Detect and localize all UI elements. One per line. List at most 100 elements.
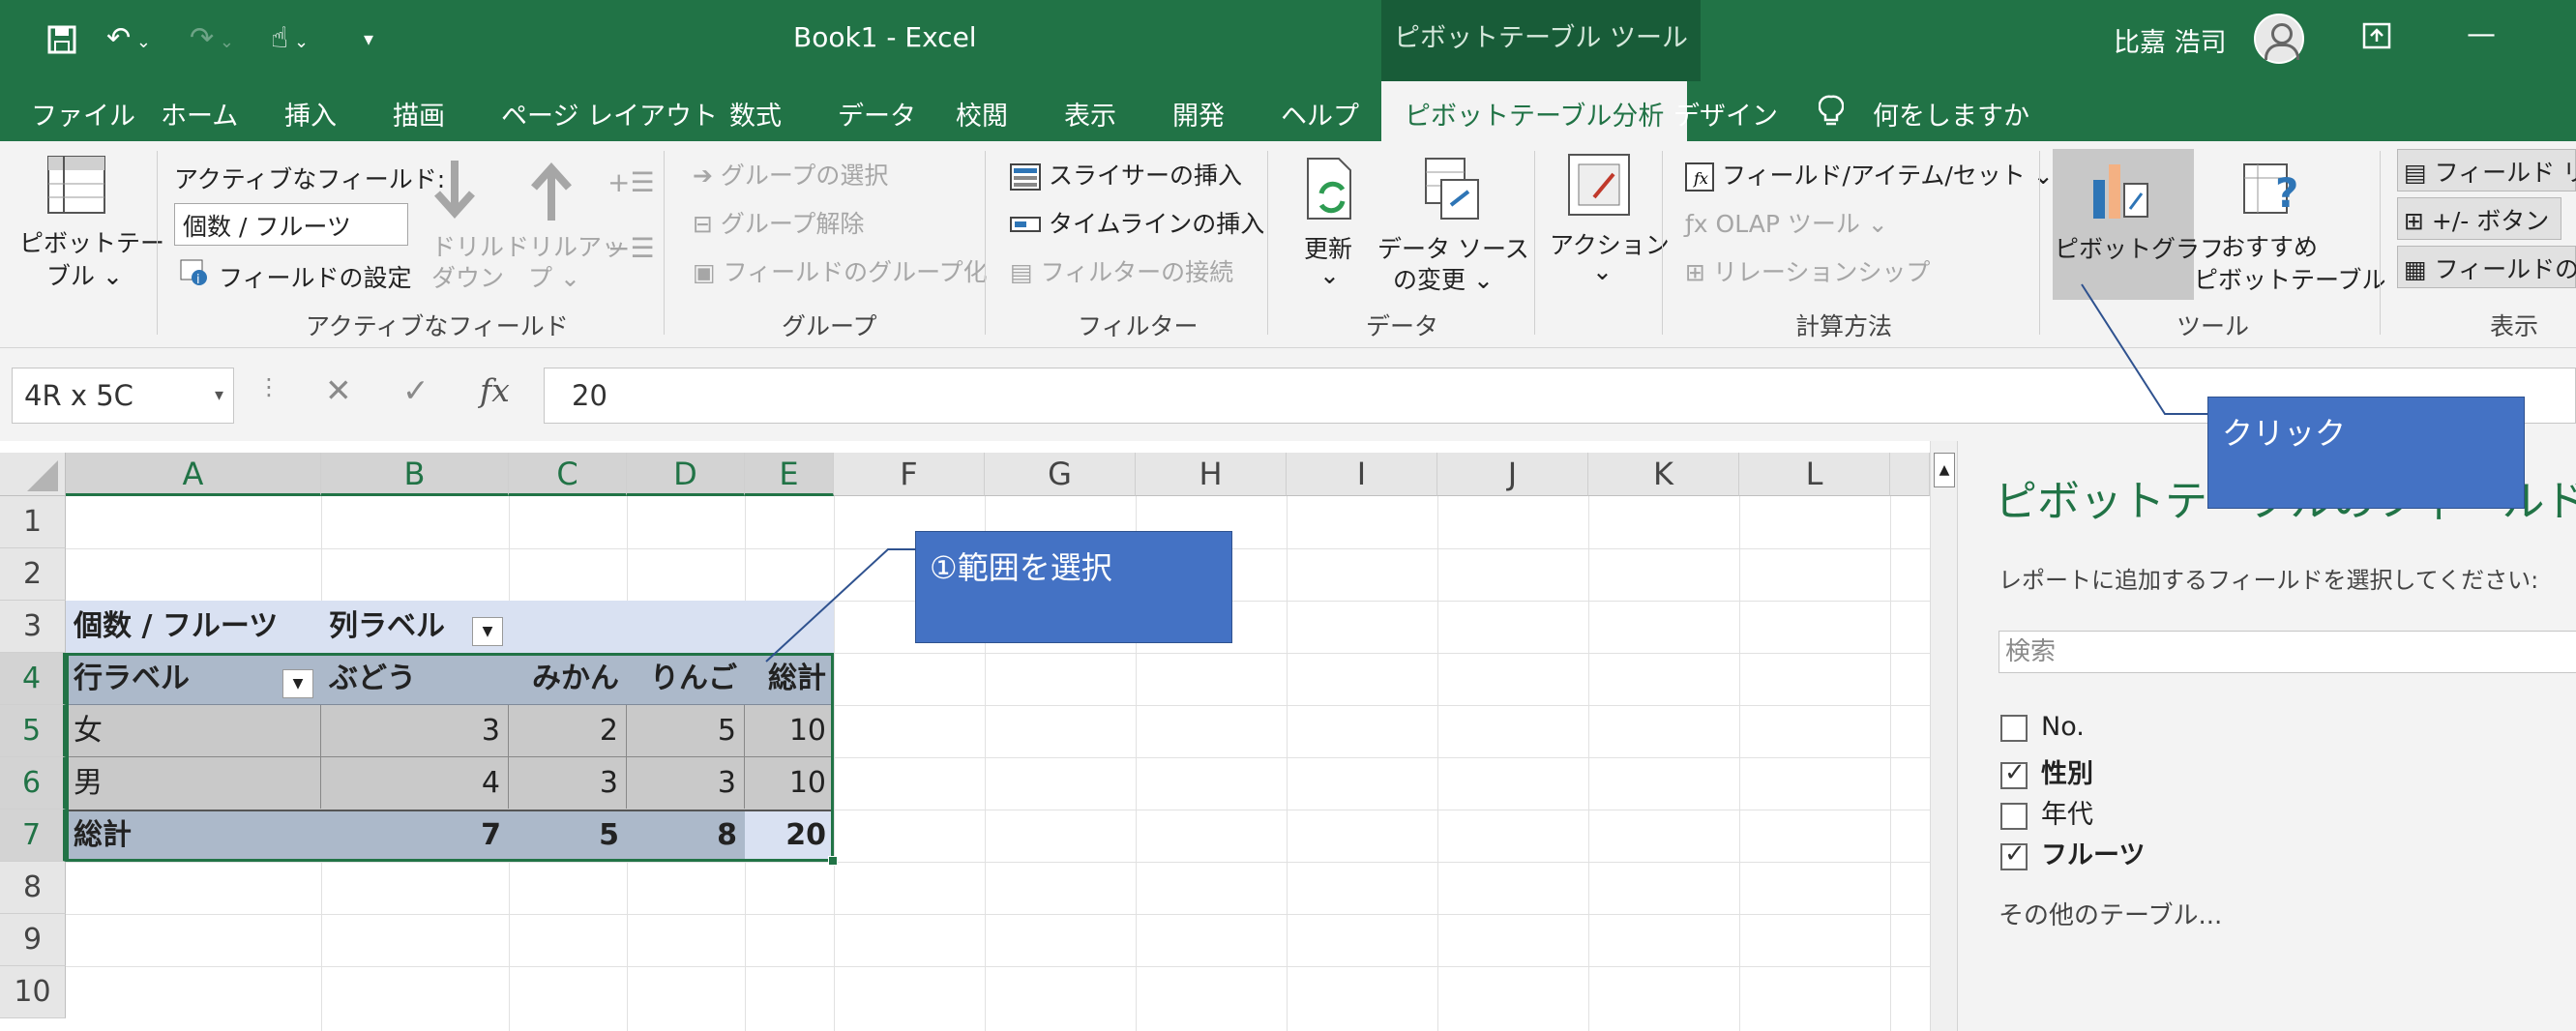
refresh-button[interactable]: 更新 [1304, 230, 1352, 265]
pivottable-button[interactable]: ピボットテー [19, 224, 164, 259]
change-data-source-dropdown[interactable]: の変更 ⌄ [1393, 261, 1494, 296]
checkbox-icon[interactable] [2000, 714, 2028, 742]
field-settings-button[interactable]: フィールドの設定 [219, 259, 412, 294]
name-box[interactable]: 4R x 5C ▾ [12, 368, 234, 424]
tab-file[interactable]: ファイル [31, 95, 135, 133]
tab-formulas[interactable]: 数式 [729, 95, 782, 133]
ribbon-display-icon[interactable] [2362, 17, 2391, 51]
touch-mode-icon[interactable]: ☝ ⌄ [271, 17, 309, 64]
insert-timeline-button[interactable]: タイムラインの挿入 [1010, 205, 1264, 240]
tell-me-search[interactable]: 何をしますか [1873, 95, 2029, 133]
group-selection-button[interactable]: ➔ グループの選択 [693, 157, 888, 191]
tab-page-layout[interactable]: ページ レイアウト [501, 95, 718, 133]
column-filter-dropdown-icon[interactable]: ▼ [472, 617, 503, 646]
field-search-input[interactable]: 検索 [1999, 631, 2576, 673]
save-icon[interactable] [46, 17, 77, 60]
group-field-button[interactable]: ▣ フィールドのグループ化 [693, 253, 988, 288]
active-field-input[interactable]: 個数 / フルーツ [174, 203, 408, 246]
redo-icon[interactable]: ↷ ⌄ [190, 17, 234, 64]
checkbox-checked-icon[interactable] [2000, 840, 2028, 870]
olap-tools-button[interactable]: ƒx OLAP ツール ⌄ [1685, 205, 1888, 240]
drill-down-button[interactable]: ドリル [431, 228, 504, 263]
tab-help[interactable]: ヘルプ [1281, 95, 1359, 133]
column-header-i[interactable]: I [1287, 453, 1437, 496]
row-header-10[interactable]: 10 [0, 966, 66, 1018]
select-all-corner[interactable] [0, 453, 66, 496]
relationships-button[interactable]: ⊞ リレーションシップ [1685, 253, 1930, 288]
pivot-value-label[interactable]: 個数 / フルーツ [66, 601, 321, 652]
tab-pivottable-analyze[interactable]: ピボットテーブル分析 [1381, 81, 1688, 141]
recommended-pivottables-button-2[interactable]: ピボットテーブル [2194, 261, 2386, 296]
user-name[interactable]: 比嘉 浩司 [2114, 21, 2227, 59]
pivottable-button-2[interactable]: ブル ⌄ [46, 257, 123, 292]
recommended-pivottables-button[interactable]: おすすめ [2221, 228, 2318, 263]
column-header-l[interactable]: L [1739, 453, 1890, 496]
field-item-age[interactable]: 年代 [2000, 793, 2093, 831]
ungroup-button[interactable]: ⊟ グループ解除 [693, 205, 864, 240]
undo-icon[interactable]: ↶ ⌄ [106, 17, 151, 64]
minimize-icon[interactable]: — [2467, 17, 2496, 51]
fields-items-sets-button[interactable]: fx フィールド/アイテム/セット ⌄ [1685, 157, 2054, 191]
fill-handle[interactable] [828, 856, 838, 866]
tab-review[interactable]: 校閲 [956, 95, 1008, 133]
more-tables-link[interactable]: その他のテーブル... [1999, 896, 2222, 931]
change-data-source-button[interactable]: データ ソース [1377, 230, 1529, 265]
row-header-4[interactable]: 4 [0, 653, 66, 705]
vertical-scrollbar[interactable]: ▲ [1930, 441, 1957, 1031]
name-box-dropdown-icon[interactable]: ▾ [215, 368, 223, 423]
column-header-a[interactable]: A [66, 453, 321, 496]
cancel-icon[interactable]: ✕ [325, 371, 352, 409]
avatar[interactable] [2254, 14, 2304, 64]
field-settings-icon[interactable]: i [180, 257, 209, 286]
tab-view[interactable]: 表示 [1064, 95, 1116, 133]
row-header-8[interactable]: 8 [0, 862, 66, 914]
expand-field-icon[interactable]: +☰ [607, 166, 655, 198]
row-header-6[interactable]: 6 [0, 757, 66, 810]
column-header-d[interactable]: D [627, 453, 745, 496]
column-header-f[interactable]: F [834, 453, 985, 496]
drill-up-button-2[interactable]: プ ⌄ [528, 259, 580, 294]
tell-me-icon[interactable] [1819, 95, 1844, 128]
column-header-c[interactable]: C [509, 453, 627, 496]
field-list-button[interactable]: ▤ フィールド リス [2397, 149, 2576, 191]
checkbox-checked-icon[interactable] [2000, 758, 2028, 789]
insert-slicer-button[interactable]: スライサーの挿入 [1010, 157, 1242, 191]
customize-qat-icon[interactable]: ▾ [364, 17, 373, 60]
field-headers-button[interactable]: ▦ フィールドの見 [2397, 246, 2576, 288]
column-header-e[interactable]: E [745, 453, 834, 496]
row-header-3[interactable]: 3 [0, 601, 66, 653]
row-header-1[interactable]: 1 [0, 496, 66, 548]
tab-design[interactable]: デザイン [1673, 95, 1778, 133]
actions-dropdown[interactable]: ⌄ [1592, 257, 1613, 285]
row-header-9[interactable]: 9 [0, 914, 66, 966]
column-header-m[interactable] [1890, 453, 1930, 496]
column-header-j[interactable]: J [1437, 453, 1588, 496]
column-header-g[interactable]: G [985, 453, 1136, 496]
drill-down-button-2[interactable]: ダウン [431, 259, 504, 294]
actions-button[interactable]: アクション [1550, 226, 1670, 261]
tab-data[interactable]: データ [838, 95, 916, 133]
tab-developer[interactable]: 開発 [1172, 95, 1225, 133]
insert-function-icon[interactable]: fx [480, 371, 510, 409]
filter-connections-button[interactable]: ▤ フィルターの接続 [1010, 253, 1233, 288]
field-item-fruit[interactable]: フルーツ [2000, 834, 2145, 871]
column-header-h[interactable]: H [1136, 453, 1287, 496]
scroll-up-icon[interactable]: ▲ [1934, 453, 1955, 487]
tab-home[interactable]: ホーム [161, 95, 238, 133]
enter-icon[interactable]: ✓ [402, 371, 429, 409]
pivot-chart-button[interactable]: ピボットグラフ [2053, 149, 2224, 300]
plus-minus-buttons-button[interactable]: ⊞ +/- ボタン [2397, 197, 2561, 240]
field-item-gender[interactable]: 性別 [2000, 752, 2093, 790]
worksheet-grid[interactable]: A B C D E F G H I J K L 1 2 3 4 5 6 7 8 … [0, 441, 1930, 1031]
row-header-2[interactable]: 2 [0, 548, 66, 601]
field-item-no[interactable]: No. [2000, 712, 2085, 742]
refresh-dropdown[interactable]: ⌄ [1319, 261, 1340, 289]
column-header-b[interactable]: B [321, 453, 509, 496]
tab-draw[interactable]: 描画 [393, 95, 445, 133]
row-header-5[interactable]: 5 [0, 705, 66, 757]
collapse-field-icon[interactable]: −☰ [607, 232, 655, 264]
checkbox-icon[interactable] [2000, 802, 2028, 830]
tab-insert[interactable]: 挿入 [284, 95, 337, 133]
column-header-k[interactable]: K [1588, 453, 1739, 496]
row-header-7[interactable]: 7 [0, 810, 66, 862]
